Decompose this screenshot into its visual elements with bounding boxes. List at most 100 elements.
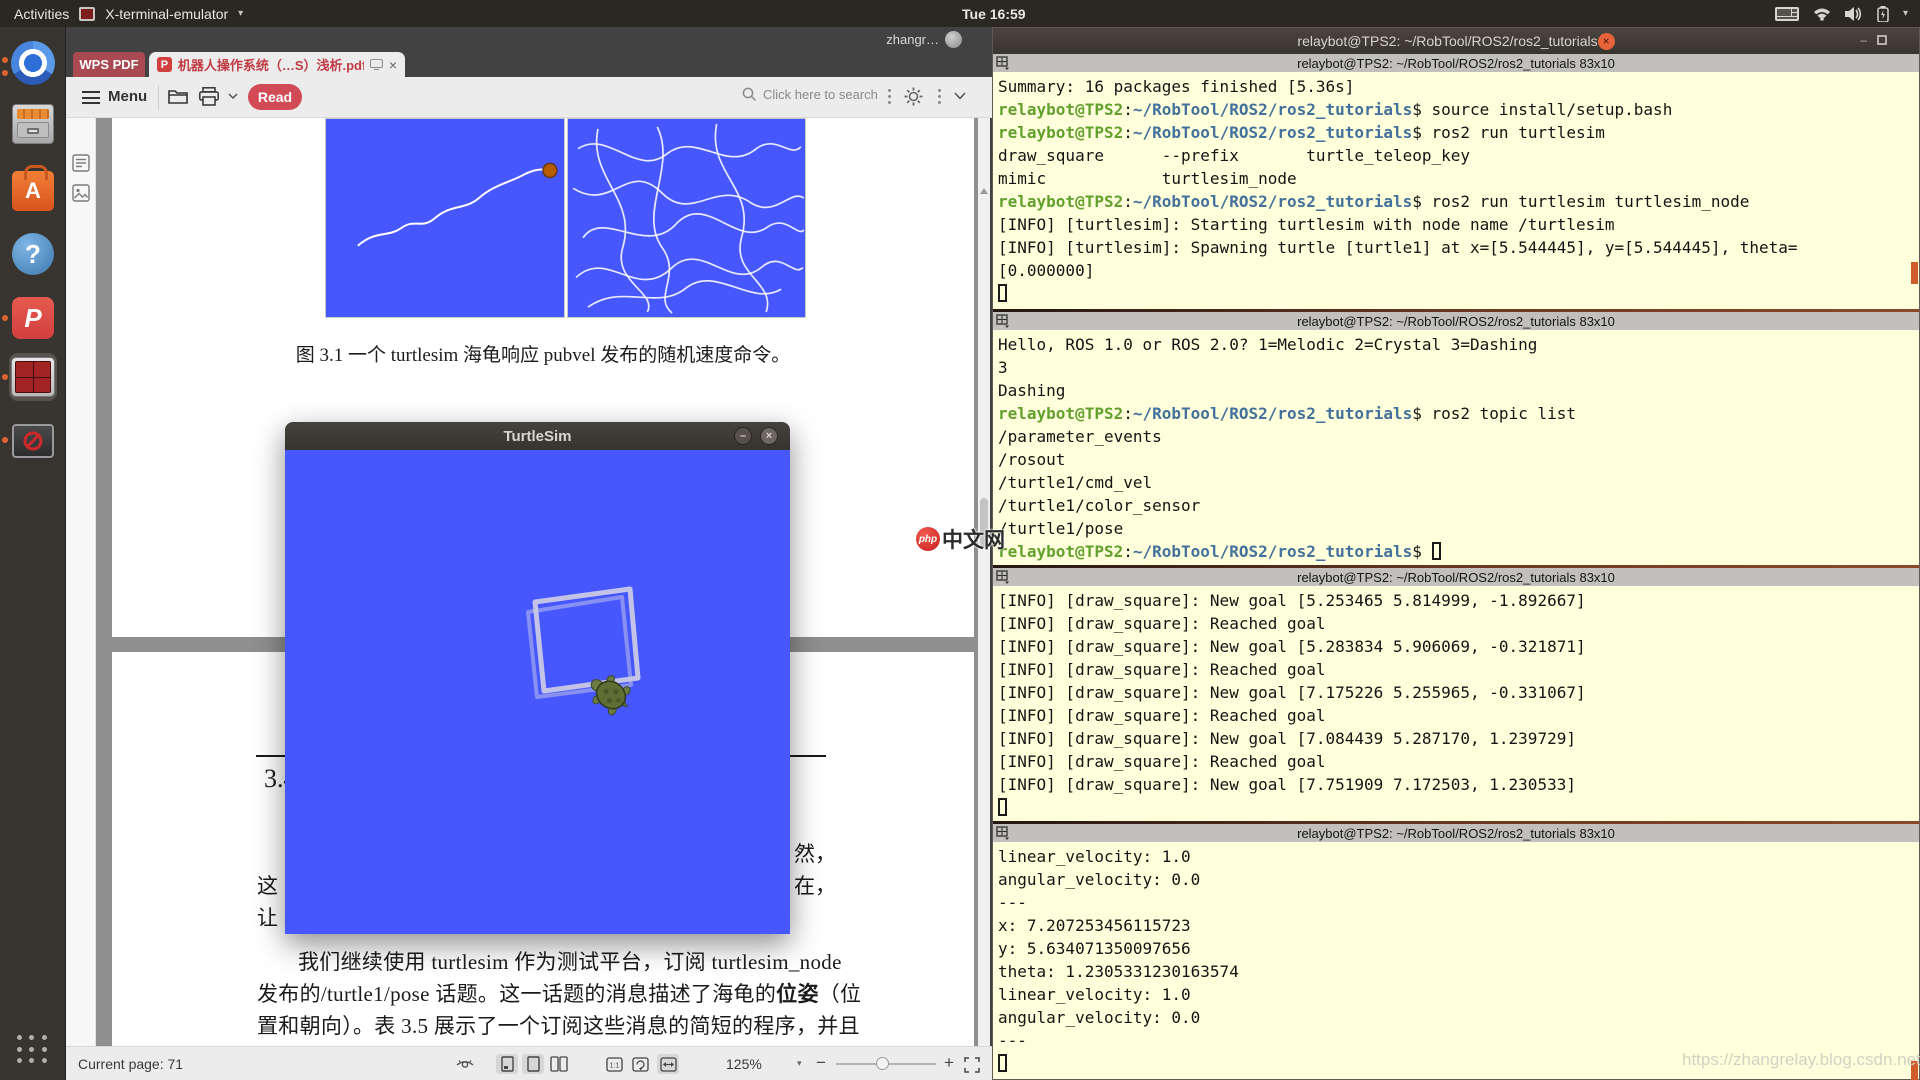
active-app-menu[interactable]: X-terminal-emulator [105,6,228,22]
pane-header-4[interactable]: relaybot@TPS2: ~/RobTool/ROS2/ros2_tutor… [993,824,1919,842]
php-cn-text: 中文网 [942,524,1005,554]
turtlesim-canvas [285,450,790,934]
maximize-icon[interactable] [1877,35,1887,45]
more-tools-icon[interactable] [938,89,941,104]
eye-protect-icon[interactable] [454,1054,476,1074]
running-dot [2,315,8,321]
current-page-label: Current page: 71 [78,1056,183,1072]
terminal-pane-1[interactable]: Summary: 16 packages finished [5.36s]rel… [993,72,1919,309]
split-pane-icon [996,826,1010,840]
split-pane-icon [996,56,1010,70]
print-dropdown-icon[interactable] [228,93,238,99]
dock: A ? P [0,27,66,1080]
collapse-toolbar-icon[interactable] [954,92,966,100]
search-icon [742,87,757,102]
dock-item-chromium[interactable] [9,39,57,87]
pane-header-2[interactable]: relaybot@TPS2: ~/RobTool/ROS2/ros2_tutor… [993,312,1919,330]
zoom-out-button[interactable]: − [816,1053,826,1073]
turtlesim-title: TurtleSim [503,428,571,445]
activities-button[interactable]: Activities [14,6,69,22]
svg-text:1:1: 1:1 [609,1062,619,1069]
outline-panel-icon[interactable] [72,154,90,172]
share-screen-icon[interactable] [370,59,383,70]
wps-brand-button[interactable]: WPS PDF [73,52,145,77]
turtlesim-window: TurtleSim – × [285,422,790,934]
zoom-slider[interactable] [836,1063,936,1065]
pdf-scrollbar[interactable] [978,118,990,1046]
dock-item-screen-blocked[interactable] [9,417,57,465]
top-bar: Activities X-terminal-emulator ▾ Tue 16:… [0,0,1920,27]
chromium-icon [11,41,55,85]
help-icon: ? [12,233,54,275]
single-page-icon[interactable] [522,1054,544,1074]
pdf-file-icon: P [157,57,172,72]
fullscreen-icon[interactable] [961,1055,983,1075]
turtlesim-titlebar[interactable]: TurtleSim – × [285,422,790,450]
terminal-scrollbar-thumb[interactable] [1911,262,1918,284]
print-icon[interactable] [199,87,219,106]
wps-pdf-icon: P [12,297,54,339]
dock-item-ubuntu-software[interactable]: A [9,167,57,215]
images-panel-icon[interactable] [72,184,90,202]
text-fragment: 然， [794,838,836,868]
zoom-in-button[interactable]: + [944,1053,954,1073]
clock[interactable]: Tue 16:59 [962,0,1026,27]
menu-button[interactable]: Menu [108,88,147,105]
wps-toolbar: Menu Read Click here to search [66,77,992,118]
pane-header-3[interactable]: relaybot@TPS2: ~/RobTool/ROS2/ros2_tutor… [993,568,1919,586]
fit-width-icon[interactable] [657,1054,679,1074]
terminal-pane-4[interactable]: linear_velocity: 1.0angular_velocity: 0.… [993,842,1919,1080]
keyboard-icon [1775,7,1799,21]
zoom-slider-thumb[interactable] [876,1057,889,1070]
system-tray[interactable]: ▾ [1775,0,1908,27]
battery-icon [1877,6,1889,22]
running-dot [2,70,8,76]
pane-title: relaybot@TPS2: ~/RobTool/ROS2/ros2_tutor… [1297,56,1615,71]
zoom-level-label[interactable]: 125% [726,1056,762,1072]
minimize-button[interactable]: – [734,427,752,445]
settings-gear-icon[interactable] [904,87,923,106]
close-icon[interactable]: × [1598,33,1615,50]
ubuntu-software-icon: A [12,171,54,211]
single-page-scroll-icon[interactable] [496,1054,518,1074]
scroll-up-icon[interactable] [980,188,988,194]
running-dot [2,437,8,443]
zoom-dropdown-icon[interactable]: ▾ [797,1058,802,1069]
running-dot [2,374,8,380]
figure-caption: 图 3.1 一个 turtlesim 海龟响应 pubvel 发布的随机速度命令… [112,340,974,367]
open-folder-icon[interactable] [168,87,189,105]
close-button[interactable]: × [760,427,778,445]
actual-size-icon[interactable]: 1:1 [603,1054,625,1074]
paragraph-line: 置和朝向）。表 3.5 展示了一个订阅这些消息的简短的程序，并且 [257,1010,860,1040]
menu-icon[interactable] [82,91,100,104]
tab-close-icon[interactable]: × [389,57,397,73]
volume-icon [1845,7,1863,21]
account-menu[interactable]: zhangr… [886,31,962,48]
dock-item-file-cabinet[interactable] [9,100,57,148]
search-placeholder: Click here to search [763,87,878,102]
search-box[interactable]: Click here to search [742,87,878,102]
more-options-icon[interactable] [888,89,891,104]
terminal-pane-2[interactable]: Hello, ROS 1.0 or ROS 2.0? 1=Melodic 2=C… [993,330,1919,565]
terminal-window: relaybot@TPS2: ~/RobTool/ROS2/ros2_tutor… [992,27,1920,1080]
wps-statusbar: Current page: 71 1:1 125% ▾ − + [66,1046,992,1080]
app-menu-caret-icon: ▾ [238,8,243,19]
minimize-icon[interactable]: – [1860,33,1867,47]
wps-side-panel-strip [66,118,96,1046]
document-tab-title: 机器人操作系统（…S）浅析.pdf [178,55,364,74]
document-tab[interactable]: P 机器人操作系统（…S）浅析.pdf × [149,52,405,77]
terminal-window-title: relaybot@TPS2: ~/RobTool/ROS2/ros2_tutor… [1297,33,1597,49]
dock-item-help[interactable]: ? [9,230,57,278]
avatar [945,31,962,48]
show-applications-button[interactable] [17,1035,49,1065]
pane-title: relaybot@TPS2: ~/RobTool/ROS2/ros2_tutor… [1297,826,1615,841]
pane-header-1[interactable]: relaybot@TPS2: ~/RobTool/ROS2/ros2_tutor… [993,54,1919,72]
fit-page-icon[interactable] [629,1054,651,1074]
dock-item-terminal[interactable] [9,353,57,401]
terminal-titlebar[interactable]: relaybot@TPS2: ~/RobTool/ROS2/ros2_tutor… [993,28,1919,54]
dock-item-wps-pdf[interactable]: P [9,294,57,342]
terminal-pane-3[interactable]: [INFO] [draw_square]: New goal [5.253465… [993,586,1919,821]
two-page-icon[interactable] [548,1054,570,1074]
read-mode-button[interactable]: Read [248,84,302,110]
wps-titlebar[interactable]: WPS PDF P 机器人操作系统（…S）浅析.pdf × zhangr… [66,27,992,77]
